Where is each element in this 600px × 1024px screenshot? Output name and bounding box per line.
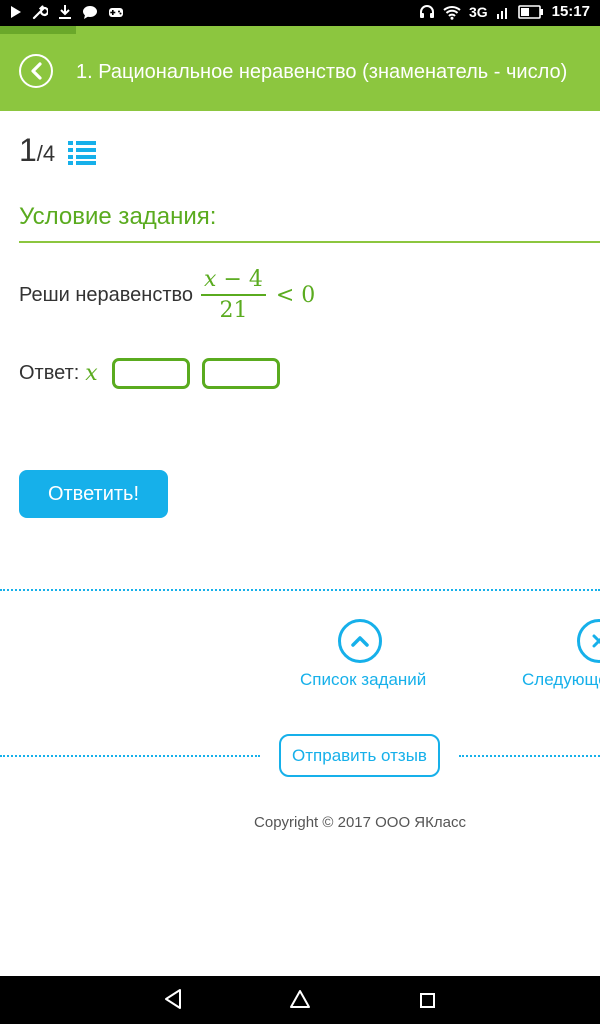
dotted-divider (0, 589, 600, 591)
headset-icon (419, 4, 434, 18)
task-counter: 1 / 4 (19, 132, 55, 169)
task-list-button[interactable] (338, 619, 382, 663)
dotted-divider-right (459, 755, 600, 757)
chevron-left-icon (31, 62, 42, 80)
problem-prefix: Реши неравенство (19, 283, 194, 306)
chat-icon (83, 5, 97, 19)
recents-nav-icon[interactable] (419, 992, 437, 1010)
feedback-button[interactable]: Отправить отзыв (279, 734, 440, 777)
section-divider (19, 241, 600, 243)
answer-variable: x (85, 361, 98, 386)
play-icon (11, 6, 21, 18)
dotted-divider-left (0, 755, 260, 757)
copyright: Copyright © 2017 ООО ЯКласс (254, 814, 466, 831)
counter-total: 4 (42, 141, 56, 166)
answer-label: Ответ: (19, 362, 80, 384)
fraction: x − 4 21 (201, 267, 266, 323)
network-type: 3G (468, 3, 488, 20)
download-icon (59, 5, 71, 19)
fraction-numerator: x − 4 (201, 267, 266, 292)
back-nav-icon[interactable] (163, 988, 183, 1010)
progress-fill (0, 26, 76, 34)
gamepad-icon (109, 8, 123, 17)
chevron-up-icon (351, 636, 369, 647)
header-bar: 1. Рациональное неравенство (знаменатель… (0, 34, 600, 111)
next-link[interactable]: Следующее (522, 670, 600, 690)
fraction-denominator: 21 (219, 298, 248, 323)
status-bar: 3G 15:17 (0, 0, 600, 26)
list-icon[interactable] (68, 141, 96, 165)
next-button[interactable] (577, 619, 600, 663)
answer-row: Ответ: x (19, 358, 292, 389)
close-icon (592, 634, 600, 648)
fraction-bar (201, 294, 266, 296)
battery-icon (517, 4, 543, 19)
wrench-icon (32, 5, 48, 20)
submit-button[interactable]: Ответить! (19, 470, 168, 518)
progress-strip (0, 26, 600, 34)
signal-icon (496, 7, 507, 19)
inequality-sign: < 0 (275, 282, 316, 308)
problem-statement: Реши неравенство x − 4 21 < 0 (19, 262, 315, 328)
answer-value-input[interactable] (201, 358, 280, 389)
section-title: Условие задания: (19, 203, 217, 230)
page-title: 1. Рациональное неравенство (знаменатель… (76, 61, 568, 83)
numerator-rest: − 4 (216, 267, 263, 292)
home-nav-icon[interactable] (289, 988, 311, 1010)
task-list-link[interactable]: Список заданий (300, 670, 426, 690)
wifi-icon (443, 5, 461, 20)
numerator-variable: x (204, 267, 217, 292)
clock: 15:17 (551, 3, 590, 20)
system-nav-bar (0, 976, 600, 1024)
answer-sign-input[interactable] (111, 358, 190, 389)
counter-current: 1 (19, 132, 37, 168)
back-button[interactable] (19, 54, 53, 88)
